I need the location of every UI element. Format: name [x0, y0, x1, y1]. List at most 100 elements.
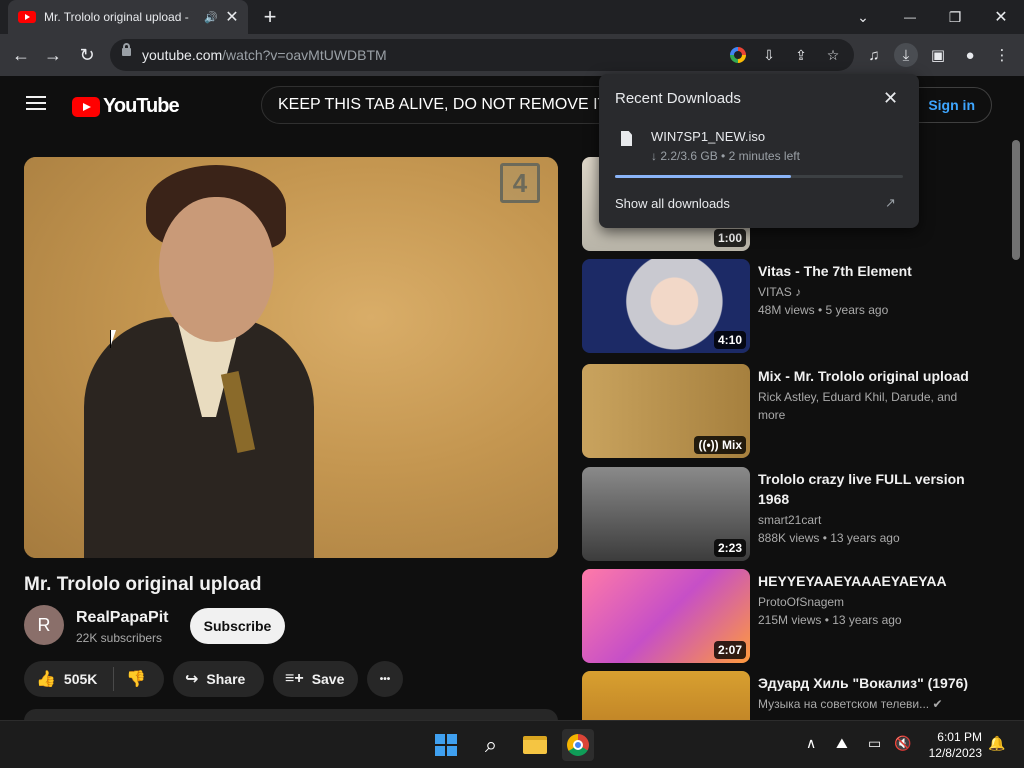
search-input[interactable]: KEEP THIS TAB ALIVE, DO NOT REMOVE IT. [261, 86, 621, 124]
new-tab-button[interactable]: + [257, 4, 283, 30]
volume-muted-icon[interactable]: 🔇 [894, 735, 911, 752]
like-button[interactable]: 👍 505K [24, 667, 114, 691]
file-explorer-icon[interactable] [519, 729, 551, 761]
file-icon [621, 131, 632, 146]
video-thumbnail[interactable]: ((•)) Mix [582, 364, 750, 458]
share-label: Share [206, 671, 246, 687]
related-video[interactable]: ((•)) Mix Mix - Mr. Trololo original upl… [582, 364, 1002, 460]
video-figure-face [159, 197, 274, 342]
browser-tab[interactable]: Mr. Trololo original upload - 🔊 ✕ [8, 0, 248, 34]
video-duration: 2:07 [713, 641, 746, 659]
related-video-channel[interactable]: smart21cart [758, 513, 821, 527]
bookmark-star-icon[interactable]: ☆ [822, 45, 844, 65]
show-all-downloads-link[interactable]: Show all downloads [615, 196, 730, 211]
youtube-logo[interactable]: YouTube [72, 95, 180, 118]
window-close-button[interactable]: ✕ [988, 4, 1014, 30]
chrome-icon[interactable] [562, 729, 594, 761]
related-video-meta: 48M views • 5 years ago [758, 303, 889, 317]
video-thumbnail[interactable] [582, 671, 750, 720]
mouse-cursor-icon [110, 330, 116, 348]
search-icon[interactable]: ⌕ [475, 729, 507, 761]
related-video[interactable]: 2:23 Trololo crazy live FULL version 196… [582, 467, 1002, 563]
address-bar[interactable]: youtube.com/watch?v=oavMtUWDBTM ⇩ ⇪ ☆ [110, 39, 854, 71]
video-title: Mr. Trololo original upload [24, 574, 262, 595]
open-external-icon[interactable]: ↗ [885, 195, 896, 211]
notification-bell-icon[interactable]: 🔔 [988, 735, 1005, 752]
tab-close-icon[interactable]: ✕ [224, 7, 240, 27]
download-file-name[interactable]: WIN7SP1_NEW.iso [651, 129, 765, 144]
downloads-icon[interactable]: ⤓ [894, 43, 918, 67]
speaker-icon[interactable]: 🔊 [204, 11, 218, 24]
lock-icon[interactable] [122, 43, 131, 56]
forward-button[interactable]: → [40, 42, 66, 68]
youtube-logo-text: YouTube [103, 95, 180, 117]
youtube-favicon-icon [18, 11, 36, 23]
like-count: 505K [63, 671, 98, 687]
share-icon[interactable]: ⇪ [790, 45, 812, 65]
download-status: ↓ 2.2/3.6 GB • 2 minutes left [651, 149, 800, 163]
related-video[interactable]: 4:10 Vitas - The 7th Element VITAS ♪ 48M… [582, 259, 1002, 355]
related-video-channel[interactable]: ProtoOfSnagem [758, 595, 844, 609]
related-video-title[interactable]: Vitas - The 7th Element [758, 261, 988, 281]
related-video-channel[interactable]: VITAS ♪ [758, 285, 801, 299]
video-player[interactable]: 4 [24, 157, 558, 558]
more-actions-button[interactable]: ••• [367, 661, 403, 697]
thumbs-up-icon: 👍 [36, 671, 56, 688]
channel-avatar[interactable]: R [24, 605, 64, 645]
video-thumbnail[interactable]: 2:07 [582, 569, 750, 663]
side-panel-icon[interactable]: ▣ [926, 43, 950, 67]
youtube-play-icon [72, 96, 100, 117]
video-duration: 2:23 [713, 539, 746, 557]
downloads-popup: Recent Downloads ✕ WIN7SP1_NEW.iso ↓ 2.2… [599, 74, 919, 228]
close-icon[interactable]: ✕ [883, 88, 898, 109]
channel-name[interactable]: RealPapaPit [76, 609, 168, 627]
system-clock[interactable]: 6:01 PM 12/8/2023 [924, 729, 982, 761]
video-thumbnail[interactable]: 2:23 [582, 467, 750, 561]
clock-time: 6:01 PM [937, 730, 982, 744]
install-app-icon[interactable]: ⇩ [758, 45, 780, 65]
related-video-channel[interactable]: Rick Astley, Eduard Khil, Darude, and [758, 390, 957, 404]
restore-button[interactable]: ❐ [942, 4, 968, 30]
thumbs-down-icon: 👎 [126, 671, 146, 688]
related-video-channel[interactable]: Музыка на советском телеви... ✔ [758, 697, 943, 711]
taskbar: ⌕ ∧ ⛰ ▭ 🔇 6:01 PM 12/8/2023 🔔 [0, 720, 1024, 768]
related-video-title[interactable]: Mix - Mr. Trololo original upload [758, 366, 988, 386]
related-video[interactable]: Эдуард Хиль "Вокализ" (1976) Музыка на с… [582, 671, 1002, 720]
google-lens-icon[interactable] [727, 45, 749, 65]
profile-icon[interactable]: ● [958, 43, 982, 67]
save-label: Save [311, 671, 345, 687]
url-text[interactable]: youtube.com/watch?v=oavMtUWDBTM [142, 47, 387, 63]
start-button[interactable] [430, 729, 462, 761]
reload-button[interactable]: ↻ [74, 42, 100, 68]
network-icon[interactable]: ⛰ [836, 735, 848, 752]
downloads-title: Recent Downloads [615, 90, 741, 107]
hamburger-menu-icon[interactable] [26, 96, 46, 110]
dislike-button[interactable]: 👎 [114, 669, 146, 689]
browser-toolbar: ← → ↻ youtube.com/watch?v=oavMtUWDBTM ⇩ … [0, 34, 1024, 76]
share-button[interactable]: ↪ Share [173, 661, 264, 697]
menu-kebab-icon[interactable]: ⋮ [990, 43, 1014, 67]
video-thumbnail[interactable]: 4:10 [582, 259, 750, 353]
related-video[interactable]: 2:07 HEYYEYAAEYAAAEYAEYAA ProtoOfSnagem … [582, 569, 1002, 665]
like-dislike-group: 👍 505K 👎 [24, 661, 164, 697]
related-video-title[interactable]: Эдуард Хиль "Вокализ" (1976) [758, 673, 988, 693]
back-button[interactable]: ← [8, 42, 34, 68]
tab-search-button[interactable]: ⌄ [850, 4, 876, 30]
mix-badge: ((•)) Mix [694, 436, 746, 454]
page-scrollbar[interactable] [1012, 140, 1020, 260]
subscribe-button[interactable]: Subscribe [190, 608, 285, 644]
tab-strip: Mr. Trololo original upload - 🔊 ✕ + ⌄ — … [0, 0, 1024, 34]
chevron-up-icon[interactable]: ∧ [806, 735, 816, 752]
url-path: /watch?v=oavMtUWDBTM [222, 47, 387, 63]
display-icon[interactable]: ▭ [868, 735, 881, 752]
clock-date: 12/8/2023 [928, 746, 982, 760]
sign-in-label: Sign in [928, 97, 975, 113]
save-button[interactable]: ≡+ Save [273, 661, 358, 697]
related-video-channel-more[interactable]: more [758, 408, 785, 422]
windows-logo-icon [435, 734, 457, 756]
related-video-title[interactable]: Trololo crazy live FULL version 1968 [758, 469, 988, 509]
related-video-title[interactable]: HEYYEYAAEYAAAEYAEYAA [758, 571, 988, 591]
minimize-button[interactable]: — [897, 4, 923, 30]
url-host: youtube.com [142, 47, 223, 63]
media-controls-icon[interactable]: ♫ [862, 43, 886, 67]
